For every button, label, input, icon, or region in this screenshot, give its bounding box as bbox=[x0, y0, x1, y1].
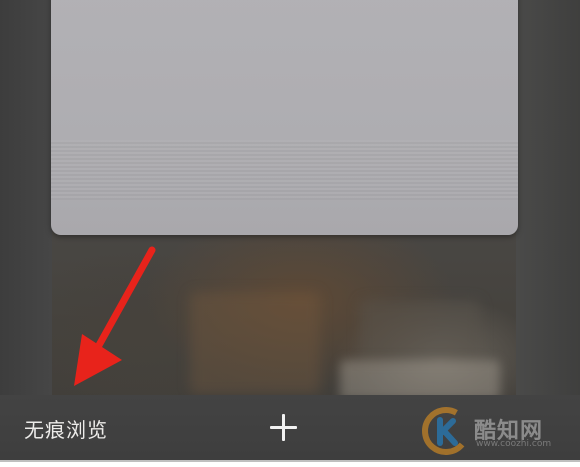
red-arrow-icon bbox=[74, 246, 156, 386]
incognito-button[interactable]: 无痕浏览 bbox=[24, 413, 108, 443]
tab-switcher-screen: 无痕浏览 酷知网 www.coozhi.com bbox=[0, 0, 580, 467]
adjacent-tab-right-edge[interactable] bbox=[516, 0, 580, 395]
tab-preview-card[interactable] bbox=[51, 0, 518, 235]
tab-preview-content bbox=[51, 140, 518, 200]
watermark: 酷知网 www.coozhi.com bbox=[420, 405, 580, 457]
blurred-background bbox=[190, 292, 320, 394]
blurred-background bbox=[360, 300, 480, 360]
add-tab-button[interactable] bbox=[262, 407, 304, 449]
blurred-background bbox=[340, 360, 500, 400]
adjacent-tab-left-edge[interactable] bbox=[0, 0, 52, 395]
watermark-url: www.coozhi.com bbox=[476, 439, 552, 449]
screen-bottom-edge bbox=[0, 460, 580, 467]
k-logo-icon bbox=[422, 407, 470, 455]
